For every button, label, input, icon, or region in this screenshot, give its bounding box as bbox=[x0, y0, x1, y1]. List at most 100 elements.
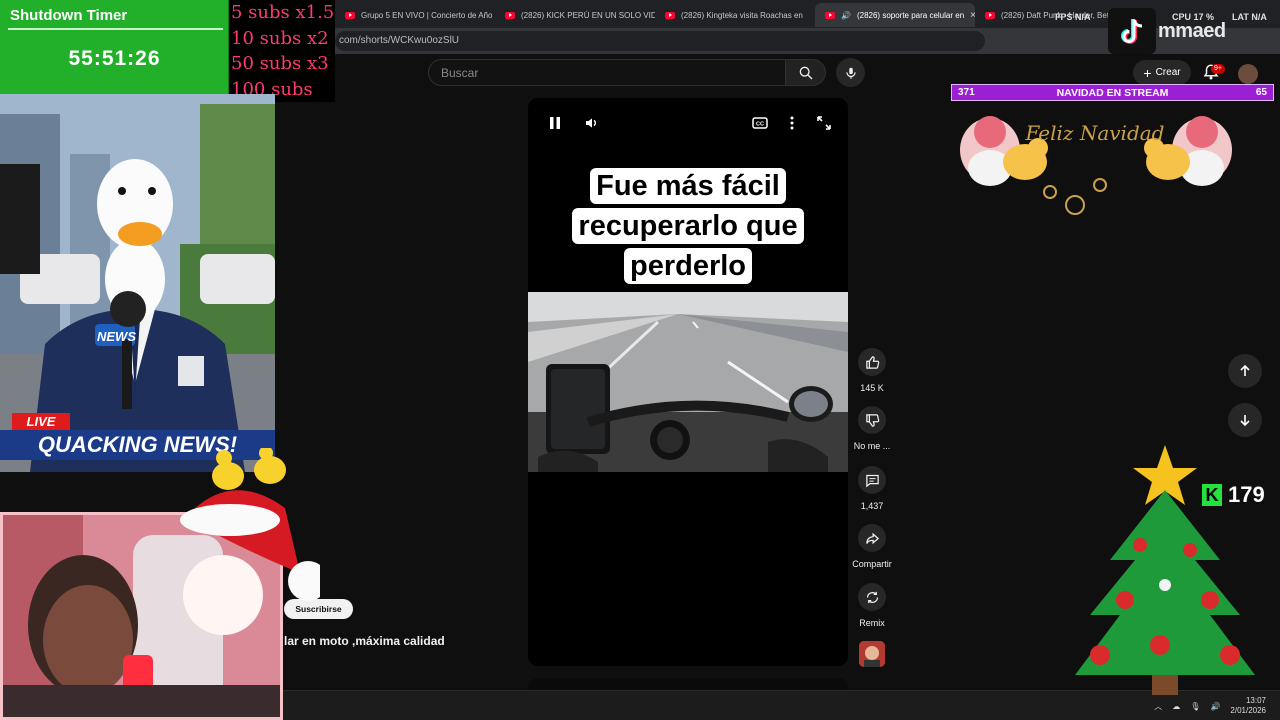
kick-viewer-counter: K 179 bbox=[1202, 482, 1265, 508]
caption-line: perderlo bbox=[623, 248, 753, 284]
remix-icon bbox=[866, 591, 878, 603]
tiktok-icon bbox=[1121, 19, 1143, 44]
share-label: Compartir bbox=[852, 559, 892, 569]
christmas-goal-bar: 371 NAVIDAD EN STREAM 65 bbox=[951, 84, 1274, 101]
more-options-button[interactable] bbox=[781, 112, 803, 134]
motorcycle-road-scene bbox=[528, 292, 848, 472]
share-action[interactable]: Compartir bbox=[850, 524, 894, 569]
kick-count: 179 bbox=[1228, 482, 1265, 507]
microphone-icon[interactable]: 🎙 bbox=[1190, 702, 1200, 711]
streamer-name: mmaed bbox=[1158, 20, 1226, 42]
search-icon bbox=[799, 66, 812, 79]
caption-line: Fue más fácil bbox=[590, 168, 786, 204]
remix-label: Remix bbox=[859, 618, 885, 628]
captions-button[interactable]: CC bbox=[749, 112, 771, 134]
search-input[interactable]: Buscar bbox=[428, 59, 786, 86]
captions-icon: CC bbox=[752, 117, 768, 129]
thumbs-up-icon bbox=[865, 355, 879, 369]
multiplier-item: 10 subs x2 bbox=[231, 27, 329, 49]
pause-button[interactable] bbox=[544, 112, 566, 134]
channel-thumbnail bbox=[859, 641, 885, 667]
thumbs-down-icon bbox=[865, 413, 879, 427]
tiktok-logo bbox=[1108, 8, 1156, 54]
tab-label: (2826) KICK PERÚ EN UN SOLO VIDE bbox=[521, 10, 655, 20]
timer-title: Shutdown Timer bbox=[10, 7, 128, 24]
comment-icon bbox=[865, 474, 879, 487]
more-vertical-icon bbox=[790, 116, 794, 130]
dislike-label: No me ... bbox=[853, 441, 891, 451]
remix-action[interactable]: Remix bbox=[850, 583, 894, 628]
shorts-video-player[interactable]: CC Fue más fácil recuperarlo que perderl… bbox=[528, 98, 848, 666]
microphone-icon bbox=[845, 67, 856, 79]
arrow-up-icon bbox=[1240, 364, 1250, 376]
video-title[interactable]: lar en moto ,máxima calidad bbox=[284, 634, 524, 648]
fps-readout: FPS N/A bbox=[1055, 12, 1091, 22]
tab-label: (2826) Kingteka visita Roachas en bbox=[681, 10, 803, 20]
youtube-icon bbox=[665, 11, 675, 19]
svg-text:CC: CC bbox=[756, 122, 764, 128]
sound-avatar[interactable] bbox=[859, 641, 885, 667]
live-badge: LIVE bbox=[12, 413, 70, 430]
system-tray: ︿ ☁ 🎙 🔊 13:07 2/01/2026 bbox=[1154, 691, 1280, 720]
comments-action[interactable]: 1,437 bbox=[850, 466, 894, 511]
account-avatar[interactable] bbox=[1238, 64, 1258, 84]
screen: Grupo 5 EN VIVO | Concierto de Año (2826… bbox=[0, 0, 1280, 720]
tab-label: (2826) soporte para celular en bbox=[856, 10, 965, 20]
pause-icon bbox=[550, 117, 560, 129]
comments-count: 1,437 bbox=[860, 501, 884, 511]
create-label: Crear bbox=[1155, 67, 1181, 78]
next-short-button[interactable] bbox=[1228, 403, 1262, 437]
fullscreen-icon bbox=[817, 116, 831, 130]
arrow-down-icon bbox=[1240, 415, 1250, 427]
feliz-navidad-text: Feliz Navidad bbox=[1025, 121, 1165, 145]
speaker-icon: 🔊 bbox=[841, 10, 851, 20]
youtube-icon bbox=[345, 11, 355, 19]
youtube-icon bbox=[825, 11, 835, 19]
clock-date: 2/01/2026 bbox=[1230, 706, 1266, 715]
voice-search-button[interactable] bbox=[836, 58, 865, 87]
timer-value: 55:51:26 bbox=[68, 47, 161, 70]
multiplier-item: 5 subs x1.5 bbox=[231, 2, 335, 23]
share-icon bbox=[865, 532, 879, 544]
search-button[interactable] bbox=[786, 59, 826, 86]
fps-value: N/A bbox=[1075, 12, 1091, 22]
santa-hat-decoration bbox=[180, 448, 320, 601]
tab-label: Grupo 5 EN VIVO | Concierto de Año bbox=[361, 10, 493, 20]
christmas-tree-decoration bbox=[1075, 445, 1255, 695]
feliz-navidad-decoration: Feliz Navidad bbox=[960, 116, 1232, 215]
create-button[interactable]: + Crear bbox=[1133, 60, 1191, 85]
clock-time: 13:07 bbox=[1245, 696, 1266, 705]
video-frame bbox=[528, 292, 848, 472]
youtube-icon bbox=[505, 11, 515, 19]
divider bbox=[8, 28, 223, 30]
lat-label: LAT bbox=[1232, 12, 1249, 22]
fullscreen-button[interactable] bbox=[813, 112, 835, 134]
like-action[interactable]: 145 K bbox=[850, 348, 894, 393]
speaker-icon[interactable]: 🔊 bbox=[1210, 702, 1220, 711]
browser-tab[interactable]: Grupo 5 EN VIVO | Concierto de Año bbox=[335, 3, 495, 27]
goal-title: NAVIDAD EN STREAM bbox=[1056, 87, 1169, 99]
dislike-action[interactable]: No me ... bbox=[850, 406, 894, 451]
like-count: 145 K bbox=[860, 383, 884, 393]
notifications-badge: 9+ bbox=[1211, 64, 1225, 74]
volume-button[interactable] bbox=[581, 112, 603, 134]
latency-readout: LAT N/A bbox=[1232, 12, 1267, 22]
browser-tab[interactable]: (2826) Kingteka visita Roachas en bbox=[655, 3, 815, 27]
video-caption: Fue más fácil recuperarlo que perderlo bbox=[528, 168, 848, 284]
kick-logo-icon: K bbox=[1202, 484, 1222, 506]
address-bar[interactable]: com/shorts/WCKwu0ozSlU bbox=[335, 31, 985, 51]
plus-icon: + bbox=[1143, 64, 1152, 81]
cloud-icon[interactable]: ☁ bbox=[1172, 702, 1180, 711]
lat-value: N/A bbox=[1251, 12, 1267, 22]
clock[interactable]: 13:07 2/01/2026 bbox=[1230, 696, 1266, 716]
fps-label: FPS bbox=[1055, 12, 1073, 22]
volume-icon bbox=[586, 118, 596, 128]
browser-tab-active[interactable]: 🔊 (2826) soporte para celular en × bbox=[815, 3, 975, 27]
browser-tab[interactable]: (2826) KICK PERÚ EN UN SOLO VIDE bbox=[495, 3, 655, 27]
multiplier-item: 50 subs x3 bbox=[231, 53, 329, 74]
chevron-up-icon[interactable]: ︿ bbox=[1154, 701, 1162, 712]
subs-multiplier-list: 5 subs x1.5 10 subs x2 50 subs x3 100 su… bbox=[229, 0, 335, 125]
mic-flag-label: NEWS bbox=[97, 329, 136, 344]
shutdown-timer-widget: Shutdown Timer 55:51:26 bbox=[0, 0, 229, 94]
previous-short-button[interactable] bbox=[1228, 354, 1262, 388]
